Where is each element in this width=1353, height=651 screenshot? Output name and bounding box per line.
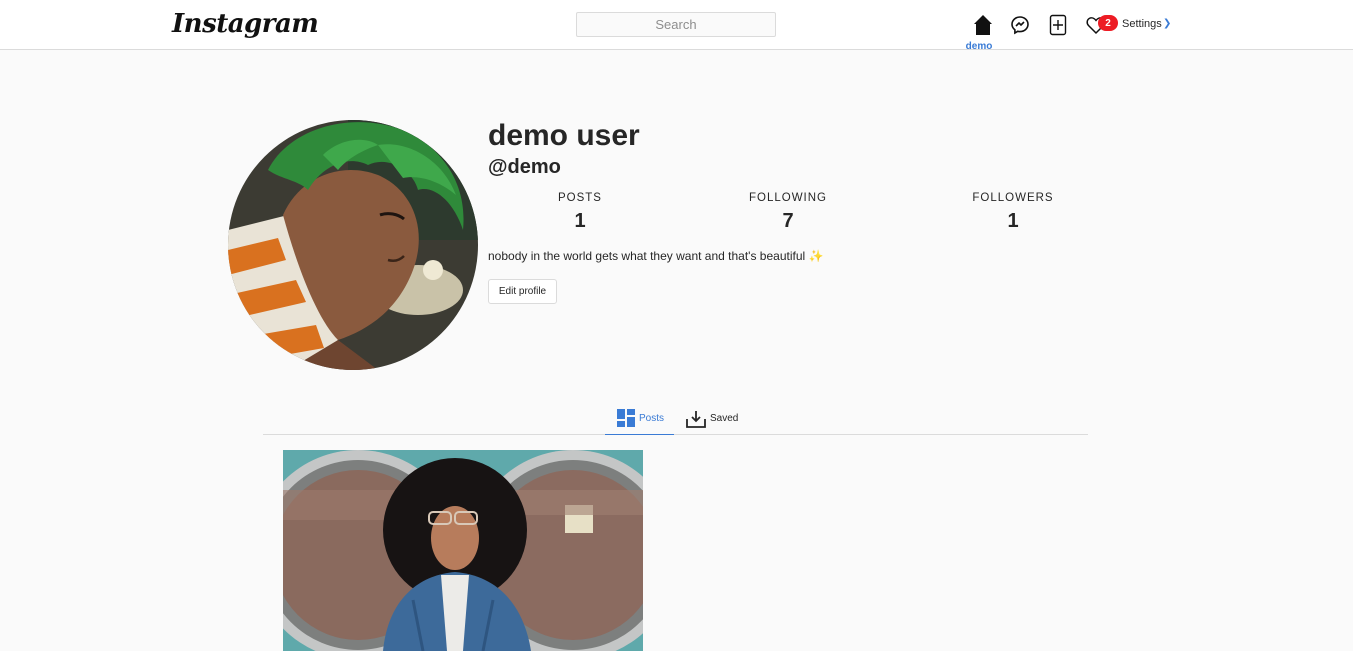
- post-tile[interactable]: [283, 450, 643, 651]
- stat-posts[interactable]: POSTS 1: [510, 192, 650, 233]
- tab-saved[interactable]: Saved: [684, 402, 744, 435]
- new-post-icon: [1049, 14, 1067, 36]
- tab-label: Posts: [639, 412, 665, 424]
- chevron-down-icon[interactable]: ❯: [1163, 18, 1171, 29]
- tabs-divider: [263, 434, 1088, 435]
- new-post-button[interactable]: [1046, 12, 1070, 38]
- instagram-logo[interactable]: Instagram: [172, 9, 319, 39]
- grid-icon: [617, 409, 635, 427]
- stat-following[interactable]: FOLLOWING 7: [718, 192, 858, 233]
- stat-followers[interactable]: FOLLOWERS 1: [943, 192, 1083, 233]
- profile-bio: nobody in the world gets what they want …: [488, 249, 824, 263]
- stat-value: 1: [574, 210, 586, 232]
- settings-menu[interactable]: Settings: [1122, 18, 1162, 30]
- home-nav-label[interactable]: demo: [960, 41, 998, 52]
- messenger-nav-button[interactable]: [1008, 12, 1032, 38]
- stat-value: 1: [1007, 210, 1019, 232]
- download-icon: [686, 410, 706, 428]
- stat-label: POSTS: [558, 192, 602, 204]
- home-nav-button[interactable]: [971, 12, 995, 38]
- messenger-icon: [1011, 16, 1029, 35]
- home-icon: [974, 15, 992, 35]
- stat-value: 7: [782, 210, 794, 232]
- post-image: [283, 450, 643, 651]
- edit-profile-button[interactable]: Edit profile: [488, 279, 557, 304]
- stat-label: FOLLOWERS: [972, 192, 1054, 204]
- tab-label: Saved: [710, 413, 739, 424]
- avatar-image: [228, 120, 478, 370]
- profile-display-name: demo user: [488, 119, 640, 152]
- tab-posts[interactable]: Posts: [605, 402, 674, 435]
- top-navbar: Instagram demo 2 Settings ❯: [0, 0, 1353, 52]
- profile-handle: @demo: [488, 156, 561, 178]
- profile-avatar[interactable]: [228, 120, 478, 370]
- search-input[interactable]: [576, 12, 776, 37]
- stat-label: FOLLOWING: [748, 192, 827, 204]
- notification-badge: 2: [1098, 15, 1118, 31]
